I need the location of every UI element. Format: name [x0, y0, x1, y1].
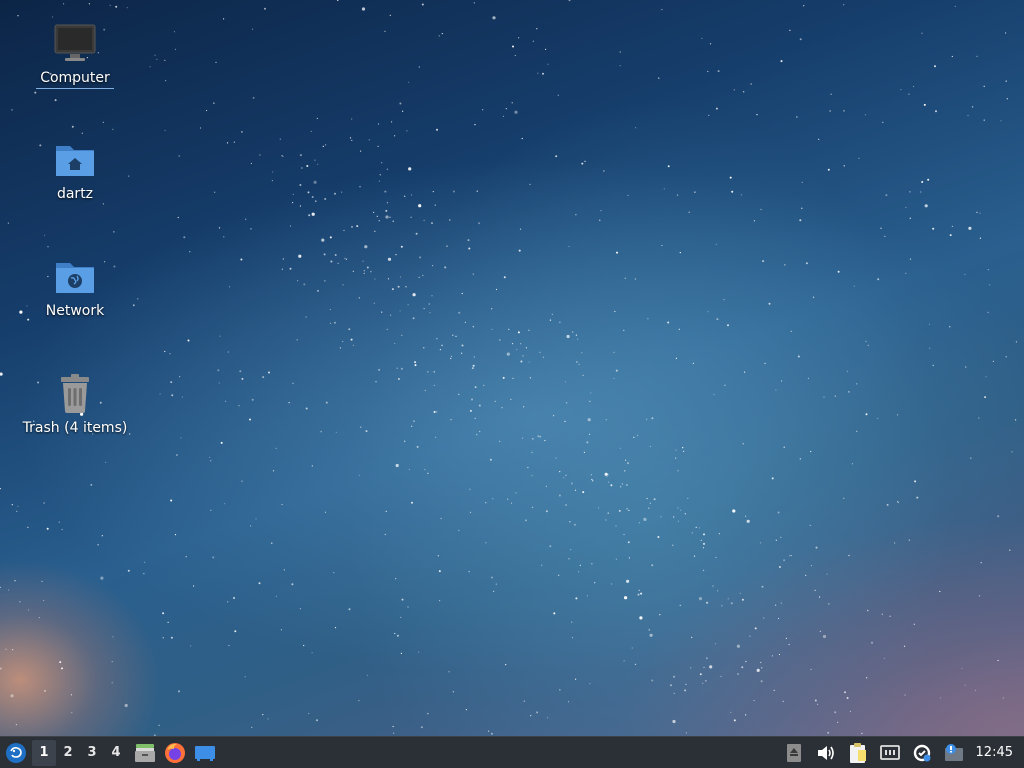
- home-folder-icon: [53, 138, 97, 182]
- taskbar: 1 2 3 4 12:45: [0, 736, 1024, 768]
- eject-icon: [786, 743, 801, 762]
- notification-icon: [944, 743, 963, 761]
- clipboard-button[interactable]: [842, 738, 874, 768]
- desktop-icon-network[interactable]: Network: [20, 255, 130, 321]
- desktop-icon-label: Computer: [36, 70, 114, 89]
- application-menu-button[interactable]: [0, 738, 32, 768]
- clock[interactable]: 12:45: [970, 745, 1024, 760]
- updates-button[interactable]: [906, 738, 938, 768]
- file-manager-icon: [135, 743, 155, 762]
- firefox-icon: [165, 742, 185, 763]
- desktop-icon-label: Trash (4 items): [22, 420, 128, 436]
- speaker-icon: [817, 745, 834, 760]
- workspace-4-button[interactable]: 4: [104, 740, 128, 766]
- workspace-2-button[interactable]: 2: [56, 740, 80, 766]
- trash-icon: [53, 372, 97, 416]
- volume-button[interactable]: [810, 738, 842, 768]
- desktop-icon-label: Network: [45, 303, 105, 319]
- desktop-icon: [195, 745, 215, 761]
- workspace-3-button[interactable]: 3: [80, 740, 104, 766]
- notifications-button[interactable]: [938, 738, 970, 768]
- monitor-icon: [53, 22, 97, 66]
- workspace-1-button[interactable]: 1: [32, 739, 56, 766]
- workspace-switcher: 1 2 3 4: [32, 739, 128, 766]
- desktop-icon-computer[interactable]: Computer: [20, 22, 130, 89]
- desktop-background[interactable]: Computer dartz Network Trash (4 items): [0, 0, 1024, 736]
- desktop-icon-label: dartz: [56, 186, 94, 202]
- show-desktop-button[interactable]: [190, 738, 220, 768]
- network-folder-icon: [53, 255, 97, 299]
- network-status-button[interactable]: [874, 738, 906, 768]
- starfield-wallpaper: [0, 0, 1018, 736]
- firefox-launcher[interactable]: [160, 738, 190, 768]
- clipboard-icon: [849, 742, 866, 763]
- system-tray: 12:45: [778, 737, 1024, 768]
- desktop-icon-home-folder[interactable]: dartz: [20, 138, 130, 204]
- network-wired-icon: [879, 744, 900, 760]
- whisker-menu-icon: [6, 742, 26, 763]
- desktop-icon-trash[interactable]: Trash (4 items): [20, 372, 130, 438]
- update-icon: [913, 744, 931, 761]
- eject-button[interactable]: [778, 738, 810, 768]
- file-manager-launcher[interactable]: [130, 738, 160, 768]
